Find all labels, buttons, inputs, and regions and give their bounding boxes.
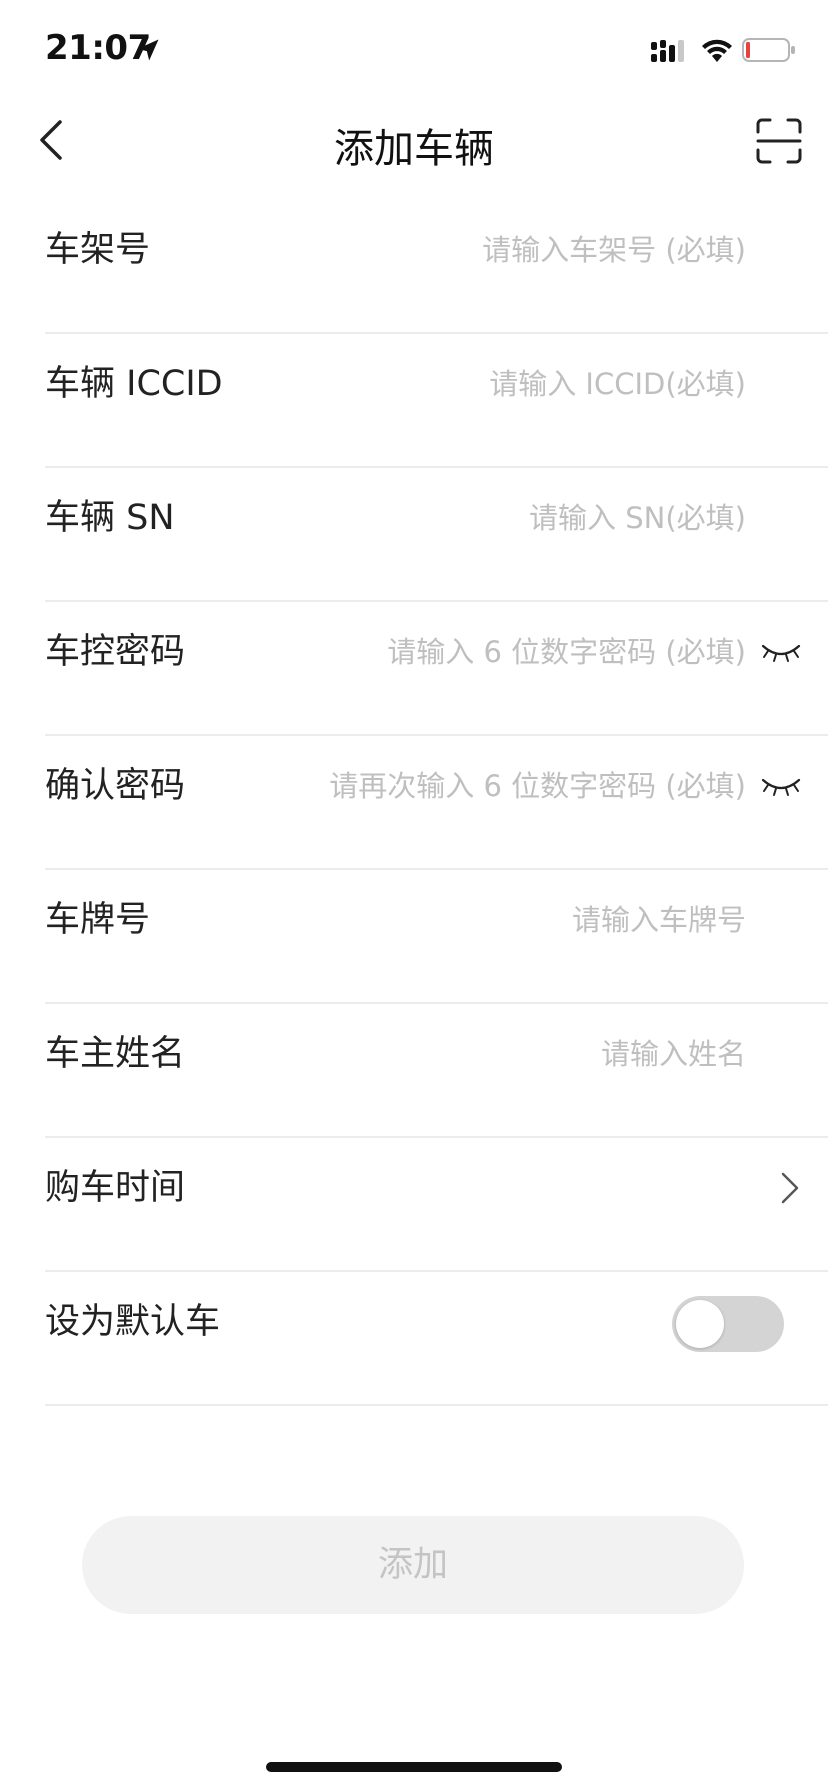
eye-closed-icon[interactable] [760,772,802,800]
owner-name-input[interactable] [246,1032,746,1076]
toggle-knob [676,1300,724,1348]
location-arrow-icon [137,39,159,61]
purchase-time-row[interactable]: 购车时间 [45,1138,828,1272]
frame-number-input[interactable] [246,228,746,272]
plate-number-row: 车牌号 [45,870,828,1004]
vehicle-form: 车架号 车辆 ICCID 车辆 SN 车控密码 确认密码 车 [0,200,828,1406]
page-title: 添加车辆 [334,126,494,172]
battery-low-icon [742,38,795,62]
control-password-input[interactable] [246,630,746,674]
navigation-bar: 添加车辆 [0,100,828,200]
plate-number-input[interactable] [246,898,746,942]
owner-name-row: 车主姓名 [45,1004,828,1138]
iccid-label: 车辆 ICCID [45,364,223,404]
control-password-row: 车控密码 [45,602,828,736]
chevron-right-icon [781,1172,799,1204]
sn-input[interactable] [246,496,746,540]
control-password-label: 车控密码 [45,632,186,672]
default-vehicle-toggle[interactable] [672,1296,784,1352]
cellular-signal-icon [651,40,684,62]
plate-number-label: 车牌号 [45,900,151,940]
eye-closed-icon[interactable] [760,638,802,666]
owner-name-label: 车主姓名 [45,1034,186,1074]
confirm-password-label: 确认密码 [45,766,186,806]
add-button[interactable]: 添加 [82,1516,744,1614]
sn-label: 车辆 SN [45,498,175,538]
confirm-password-row: 确认密码 [45,736,828,870]
default-vehicle-label: 设为默认车 [45,1302,221,1342]
frame-number-row: 车架号 [45,200,828,334]
home-indicator [266,1762,562,1772]
iccid-input[interactable] [246,362,746,406]
frame-number-label: 车架号 [45,230,151,270]
wifi-icon [702,39,732,62]
confirm-password-input[interactable] [246,764,746,808]
iccid-row: 车辆 ICCID [45,334,828,468]
purchase-time-label: 购车时间 [45,1168,186,1208]
status-bar: 21:07 [0,0,828,100]
sn-row: 车辆 SN [45,468,828,602]
default-vehicle-row: 设为默认车 [45,1272,828,1406]
scan-icon[interactable] [756,118,802,164]
